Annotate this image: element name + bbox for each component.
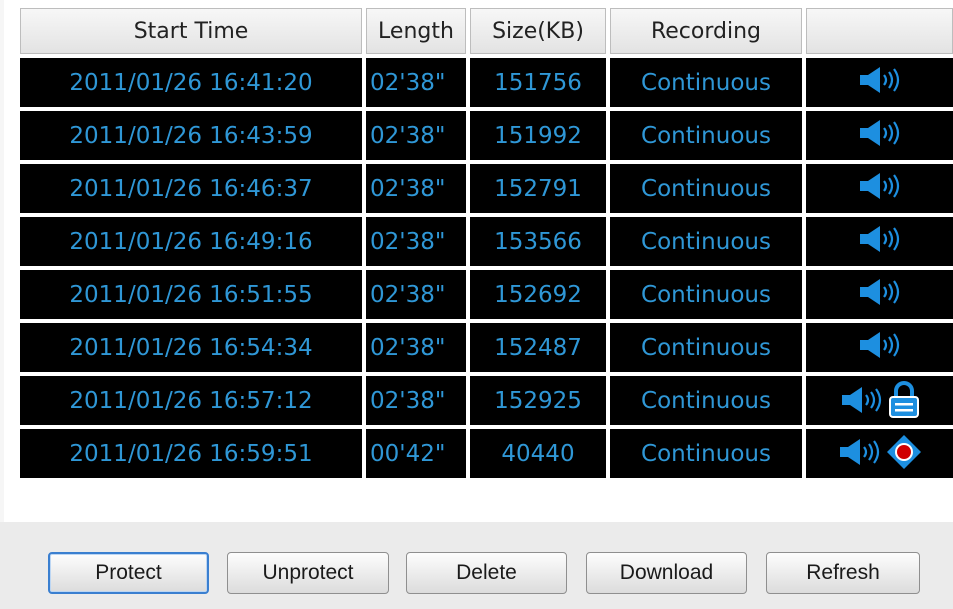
cell-recording: Continuous: [610, 376, 802, 425]
header-size[interactable]: Size(KB): [470, 8, 606, 54]
header-recording[interactable]: Recording: [610, 8, 802, 54]
table-row[interactable]: 2011/01/26 16:49:16 02'38" 153566 Continuou…: [20, 217, 953, 266]
cell-length: 02'38": [366, 376, 466, 425]
cell-icons: [806, 217, 953, 266]
cell-start-time: 2011/01/26 16:57:12: [20, 376, 362, 425]
row-icons: [858, 330, 902, 360]
recordings-table: Start Time Length Size(KB) Recording 201…: [16, 4, 953, 482]
cell-length: 02'38": [366, 164, 466, 213]
table-row[interactable]: 2011/01/26 16:51:55 02'38" 152692 Continuou…: [20, 270, 953, 319]
refresh-button[interactable]: Refresh: [766, 552, 920, 594]
cell-length: 02'38": [366, 111, 466, 160]
recording-icon: [886, 434, 922, 470]
cell-size: 151992: [470, 111, 606, 160]
cell-length: 02'38": [366, 58, 466, 107]
cell-icons: [806, 164, 953, 213]
cell-size: 152487: [470, 323, 606, 372]
table-row[interactable]: 2011/01/26 16:54:34 02'38" 152487 Continuou…: [20, 323, 953, 372]
speaker-icon[interactable]: [838, 437, 882, 467]
cell-start-time: 2011/01/26 16:54:34: [20, 323, 362, 372]
table-row[interactable]: 2011/01/26 16:46:37 02'38" 152791 Continuou…: [20, 164, 953, 213]
cell-length: 02'38": [366, 270, 466, 319]
cell-icons: [806, 111, 953, 160]
cell-icons: [806, 270, 953, 319]
row-icons: [858, 118, 902, 148]
cell-recording: Continuous: [610, 270, 802, 319]
cell-length: 00'42": [366, 429, 466, 478]
cell-recording: Continuous: [610, 323, 802, 372]
header-start-time[interactable]: Start Time: [20, 8, 362, 54]
table-row[interactable]: 2011/01/26 16:57:12 02'38" 152925 Continuou…: [20, 376, 953, 425]
cell-start-time: 2011/01/26 16:59:51: [20, 429, 362, 478]
cell-recording: Continuous: [610, 164, 802, 213]
cell-size: 153566: [470, 217, 606, 266]
row-icons: [858, 171, 902, 201]
row-icons: [838, 434, 922, 470]
table-row[interactable]: 2011/01/26 16:41:20 02'38" 151756 Continuou…: [20, 58, 953, 107]
speaker-icon[interactable]: [858, 224, 902, 254]
protect-button[interactable]: Protect: [48, 552, 209, 594]
cell-start-time: 2011/01/26 16:43:59: [20, 111, 362, 160]
row-icons: [858, 65, 902, 95]
cell-size: 152925: [470, 376, 606, 425]
unprotect-button[interactable]: Unprotect: [227, 552, 389, 594]
cell-size: 151756: [470, 58, 606, 107]
cell-recording: Continuous: [610, 58, 802, 107]
lock-icon: [888, 380, 920, 419]
table-header-row: Start Time Length Size(KB) Recording: [20, 8, 953, 54]
cell-recording: Continuous: [610, 429, 802, 478]
cell-start-time: 2011/01/26 16:51:55: [20, 270, 362, 319]
header-icons: [806, 8, 953, 54]
cell-size: 40440: [470, 429, 606, 478]
table-row[interactable]: 2011/01/26 16:59:51 00'42" 40440 Continuous: [20, 429, 953, 478]
cell-length: 02'38": [366, 323, 466, 372]
action-toolbar: Protect Unprotect Delete Download Refres…: [0, 522, 953, 609]
speaker-icon[interactable]: [840, 385, 884, 415]
cell-start-time: 2011/01/26 16:49:16: [20, 217, 362, 266]
table-row[interactable]: 2011/01/26 16:43:59 02'38" 151992 Continuou…: [20, 111, 953, 160]
recordings-panel: Start Time Length Size(KB) Recording 201…: [4, 0, 953, 522]
download-button[interactable]: Download: [586, 552, 747, 594]
cell-icons: [806, 429, 953, 478]
header-length[interactable]: Length: [366, 8, 466, 54]
cell-recording: Continuous: [610, 111, 802, 160]
cell-size: 152791: [470, 164, 606, 213]
cell-size: 152692: [470, 270, 606, 319]
speaker-icon[interactable]: [858, 65, 902, 95]
row-icons: [858, 277, 902, 307]
cell-icons: [806, 323, 953, 372]
delete-button[interactable]: Delete: [406, 552, 567, 594]
row-icons: [858, 224, 902, 254]
speaker-icon[interactable]: [858, 171, 902, 201]
row-icons: [840, 380, 920, 419]
speaker-icon[interactable]: [858, 118, 902, 148]
cell-recording: Continuous: [610, 217, 802, 266]
speaker-icon[interactable]: [858, 330, 902, 360]
cell-length: 02'38": [366, 217, 466, 266]
cell-icons: [806, 58, 953, 107]
cell-icons: [806, 376, 953, 425]
cell-start-time: 2011/01/26 16:46:37: [20, 164, 362, 213]
speaker-icon[interactable]: [858, 277, 902, 307]
cell-start-time: 2011/01/26 16:41:20: [20, 58, 362, 107]
